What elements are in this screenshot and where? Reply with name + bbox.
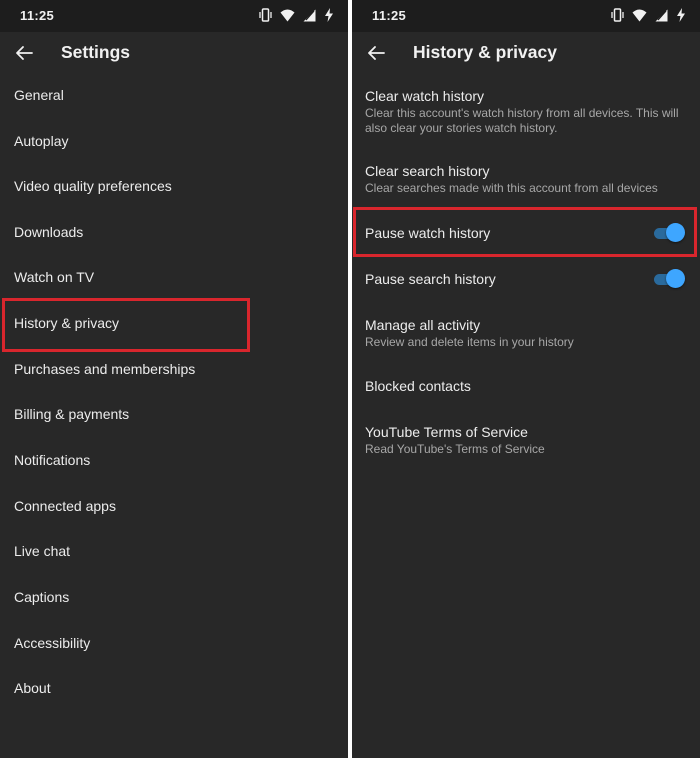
option-title: YouTube Terms of Service bbox=[365, 424, 528, 440]
clear-watch-history-option[interactable]: Clear watch history Clear this account's… bbox=[352, 88, 700, 140]
manage-all-activity-option[interactable]: Manage all activity Review and delete it… bbox=[352, 317, 700, 353]
option-subtitle: Clear this account's watch history from … bbox=[365, 106, 679, 135]
pause-search-history-toggle[interactable] bbox=[652, 268, 686, 290]
settings-item-downloads[interactable]: Downloads bbox=[0, 210, 348, 254]
pause-watch-history-toggle[interactable] bbox=[652, 222, 686, 244]
settings-screen: 11:25 Settings General Autoplay Video qu… bbox=[0, 0, 348, 758]
wifi-icon bbox=[280, 9, 295, 21]
app-bar: Settings bbox=[0, 32, 348, 74]
signal-icon bbox=[655, 9, 668, 21]
page-title: Settings bbox=[61, 42, 131, 62]
vibrate-icon bbox=[611, 8, 624, 22]
settings-item-label: General bbox=[14, 87, 64, 103]
app-bar: History & privacy bbox=[352, 32, 700, 74]
settings-item-general[interactable]: General bbox=[0, 73, 348, 117]
settings-item-captions[interactable]: Captions bbox=[0, 575, 348, 619]
pause-watch-history-option[interactable]: Pause watch history bbox=[352, 222, 700, 247]
settings-item-watch-on-tv[interactable]: Watch on TV bbox=[0, 255, 348, 299]
option-subtitle: Review and delete items in your history bbox=[365, 335, 574, 349]
settings-item-autoplay[interactable]: Autoplay bbox=[0, 119, 348, 163]
option-title: Clear search history bbox=[365, 163, 490, 179]
status-icons bbox=[259, 8, 334, 22]
charging-icon bbox=[325, 8, 333, 22]
vibrate-icon bbox=[259, 8, 272, 22]
settings-item-label: Accessibility bbox=[14, 635, 91, 651]
terms-of-service-option[interactable]: YouTube Terms of Service Read YouTube's … bbox=[352, 424, 700, 460]
clear-search-history-option[interactable]: Clear search history Clear searches made… bbox=[352, 163, 700, 199]
option-title: Pause search history bbox=[365, 271, 496, 287]
settings-item-label: Captions bbox=[14, 589, 70, 605]
wifi-icon bbox=[632, 9, 647, 21]
option-subtitle: Read YouTube's Terms of Service bbox=[365, 442, 545, 456]
status-bar: 11:25 bbox=[352, 0, 700, 32]
back-arrow-icon[interactable] bbox=[364, 41, 388, 65]
page-title: History & privacy bbox=[413, 42, 557, 62]
settings-item-live-chat[interactable]: Live chat bbox=[0, 529, 348, 573]
settings-item-label: About bbox=[14, 680, 51, 696]
settings-item-label: Billing & payments bbox=[14, 406, 130, 422]
signal-icon bbox=[303, 9, 316, 21]
settings-item-accessibility[interactable]: Accessibility bbox=[0, 621, 348, 665]
settings-item-video-quality[interactable]: Video quality preferences bbox=[0, 164, 348, 208]
settings-item-label: Live chat bbox=[14, 543, 71, 559]
status-time: 11:25 bbox=[372, 8, 407, 23]
settings-item-label: Autoplay bbox=[14, 133, 69, 149]
settings-item-billing[interactable]: Billing & payments bbox=[0, 392, 348, 436]
history-privacy-screen: 11:25 History & privacy Clear watch hist… bbox=[352, 0, 700, 758]
toggle-thumb bbox=[666, 269, 685, 288]
settings-item-label: Purchases and memberships bbox=[14, 361, 196, 377]
settings-item-label: Video quality preferences bbox=[14, 178, 172, 194]
settings-item-connected-apps[interactable]: Connected apps bbox=[0, 484, 348, 528]
back-arrow-icon[interactable] bbox=[12, 41, 36, 65]
settings-item-about[interactable]: About bbox=[0, 666, 348, 710]
settings-item-label: Watch on TV bbox=[14, 269, 95, 285]
settings-item-history-privacy[interactable]: History & privacy bbox=[0, 301, 348, 345]
toggle-thumb bbox=[666, 223, 685, 242]
option-subtitle: Clear searches made with this account fr… bbox=[365, 181, 658, 195]
blocked-contacts-option[interactable]: Blocked contacts bbox=[352, 378, 700, 400]
settings-item-label: Notifications bbox=[14, 452, 91, 468]
settings-item-label: History & privacy bbox=[14, 315, 120, 331]
settings-item-purchases[interactable]: Purchases and memberships bbox=[0, 347, 348, 391]
charging-icon bbox=[677, 8, 685, 22]
status-bar: 11:25 bbox=[0, 0, 348, 32]
pause-search-history-option[interactable]: Pause search history bbox=[352, 268, 700, 293]
settings-item-notifications[interactable]: Notifications bbox=[0, 438, 348, 482]
status-icons bbox=[611, 8, 686, 22]
option-title: Pause watch history bbox=[365, 225, 491, 241]
option-title: Clear watch history bbox=[365, 88, 485, 104]
option-title: Blocked contacts bbox=[365, 378, 471, 394]
settings-item-label: Downloads bbox=[14, 224, 84, 240]
status-time: 11:25 bbox=[20, 8, 55, 23]
option-title: Manage all activity bbox=[365, 317, 481, 333]
settings-item-label: Connected apps bbox=[14, 498, 116, 514]
